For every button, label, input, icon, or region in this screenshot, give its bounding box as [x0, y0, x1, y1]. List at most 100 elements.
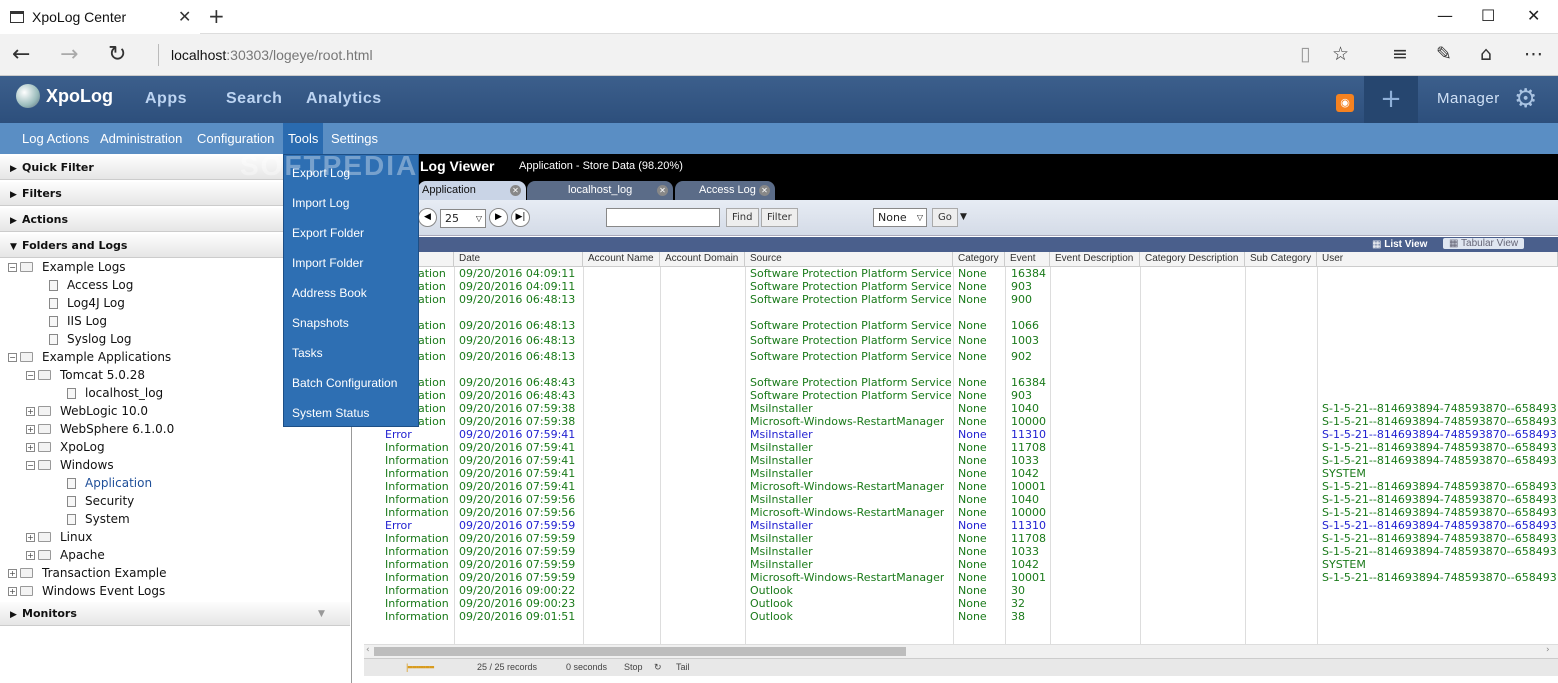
tree-node[interactable]: + XpoLog [26, 438, 105, 456]
tree-node[interactable]: + WebSphere 6.1.0.0 [26, 420, 174, 438]
column-header[interactable]: Date [454, 252, 583, 267]
menu-item-snapshots[interactable]: Snapshots [292, 316, 349, 330]
window-close-icon[interactable]: ✕ [1527, 6, 1540, 25]
expand-icon[interactable]: + [26, 532, 35, 542]
chevron-down-icon[interactable]: ▼ [318, 602, 325, 626]
scroll-right-icon[interactable]: › [1546, 645, 1550, 655]
xpolog-logo[interactable]: XpoLog [16, 84, 113, 108]
browser-tab[interactable]: XpoLog Center ✕ [0, 0, 200, 34]
tree-node[interactable]: − Example Applications [8, 348, 171, 366]
column-header[interactable]: Category Description [1140, 252, 1245, 267]
table-row[interactable]: Information 09/20/2016 09:00:23 Outlook Non… [364, 597, 1558, 610]
refresh-icon[interactable]: ↻ [654, 662, 662, 673]
table-row[interactable]: Information 09/20/2016 07:59:59 MsiInstall… [364, 558, 1558, 571]
table-row[interactable]: ation 09/20/2016 06:48:13 Software Protect… [364, 350, 1558, 363]
tab-application[interactable]: Application ✕ [418, 181, 526, 200]
tree-node[interactable]: Application [44, 474, 152, 492]
tree-node[interactable]: Access Log [26, 276, 133, 294]
reading-view-icon[interactable]: ▯ [1300, 43, 1310, 65]
next-page-icon[interactable]: ▶ [489, 208, 508, 227]
share-icon[interactable]: ⌂ [1480, 43, 1492, 65]
table-row[interactable]: ation 09/20/2016 04:09:11 Software Protect… [364, 267, 1558, 280]
find-button[interactable]: Find [726, 208, 759, 227]
more-icon[interactable]: ⋯ [1524, 43, 1543, 65]
table-row[interactable]: Information 09/20/2016 07:59:59 Microsoft-… [364, 571, 1558, 584]
tree-node[interactable]: Syslog Log [26, 330, 132, 348]
nav-apps[interactable]: Apps [145, 90, 187, 108]
table-row[interactable]: Information 09/20/2016 07:59:41 MsiInstall… [364, 467, 1558, 480]
table-row[interactable]: Error 09/20/2016 07:59:59 MsiInstaller None… [364, 519, 1558, 532]
tree-node[interactable]: + Apache [26, 546, 105, 564]
nav-analytics[interactable]: Analytics [306, 90, 382, 108]
tree-node[interactable]: + Linux [26, 528, 92, 546]
rss-icon[interactable]: ◉ [1336, 94, 1354, 112]
table-row[interactable]: ation 09/20/2016 04:09:11 Software Protect… [364, 280, 1558, 293]
section-monitors[interactable]: ▶ Monitors ▼ [0, 602, 350, 626]
table-row[interactable]: Information 09/20/2016 07:59:41 MsiInstall… [364, 454, 1558, 467]
caret-down-icon[interactable]: ▼ [960, 212, 967, 222]
close-tab-icon[interactable]: ✕ [178, 7, 191, 26]
scroll-left-icon[interactable]: ‹ [366, 645, 370, 655]
web-note-icon[interactable]: ✎ [1436, 43, 1452, 65]
menu-item-import-folder[interactable]: Import Folder [292, 256, 363, 270]
collapse-icon[interactable]: − [8, 352, 17, 362]
column-header[interactable]: User [1317, 252, 1558, 267]
table-row[interactable]: ation 09/20/2016 07:59:38 Microsoft-Window… [364, 415, 1558, 428]
tabular-view-toggle[interactable]: ▦ Tabular View [1443, 238, 1525, 249]
expand-icon[interactable]: + [8, 586, 17, 596]
forward-icon[interactable]: → [60, 42, 78, 67]
table-row[interactable]: Information 09/20/2016 07:59:59 MsiInstall… [364, 545, 1558, 558]
table-row[interactable]: Information 09/20/2016 09:01:51 Outlook Non… [364, 610, 1558, 623]
maximize-icon[interactable]: ☐ [1481, 6, 1495, 25]
table-row[interactable]: ation 09/20/2016 06:48:13 Software Protect… [364, 319, 1558, 332]
expand-icon[interactable]: + [26, 406, 35, 416]
add-plus-icon[interactable]: + [1364, 76, 1418, 123]
table-row[interactable]: ation 09/20/2016 06:48:13 Software Protect… [364, 293, 1558, 306]
tab-localhost-log[interactable]: localhost_log ✕ [527, 181, 673, 200]
refresh-icon[interactable]: ↻ [108, 42, 126, 67]
menu-item-tasks[interactable]: Tasks [292, 346, 323, 360]
column-header[interactable]: Sub Category [1245, 252, 1317, 267]
tree-node[interactable]: − Windows [26, 456, 114, 474]
menu-administration[interactable]: Administration [100, 123, 182, 154]
tree-node[interactable]: localhost_log [44, 384, 163, 402]
tree-node[interactable]: Security [44, 492, 134, 510]
tree-node[interactable]: IIS Log [26, 312, 107, 330]
tree-node[interactable]: Log4J Log [26, 294, 125, 312]
menu-log-actions[interactable]: Log Actions [22, 123, 89, 154]
tree-node[interactable]: − Tomcat 5.0.28 [26, 366, 145, 384]
url-field[interactable]: localhost:30303/logeye/root.html [158, 44, 373, 66]
last-page-icon[interactable]: ▶| [511, 208, 530, 227]
filter-button[interactable]: Filter [761, 208, 798, 227]
column-header[interactable]: Source [745, 252, 953, 267]
menu-item-export-folder[interactable]: Export Folder [292, 226, 364, 240]
table-row[interactable]: ation 09/20/2016 06:48:43 Software Protect… [364, 389, 1558, 402]
prev-page-icon[interactable]: ◀ [418, 208, 437, 227]
favorite-star-icon[interactable]: ☆ [1332, 43, 1349, 65]
column-header[interactable]: Category [953, 252, 1005, 267]
tree-node[interactable]: + WebLogic 10.0 [26, 402, 148, 420]
close-tab-icon[interactable]: ✕ [510, 185, 521, 196]
back-icon[interactable]: ← [12, 42, 30, 67]
nav-search[interactable]: Search [226, 90, 282, 108]
menu-item-batch-configuration[interactable]: Batch Configuration [292, 376, 397, 390]
column-header[interactable]: Event [1005, 252, 1050, 267]
table-row[interactable]: ation 09/20/2016 07:59:38 MsiInstaller None… [364, 402, 1558, 415]
list-view-toggle[interactable]: ▦ List View [1372, 239, 1427, 250]
stop-button[interactable]: Stop [624, 662, 643, 672]
table-row[interactable]: Information 09/20/2016 07:59:41 Microsoft-… [364, 480, 1558, 493]
tree-node[interactable]: + Transaction Example [8, 564, 167, 582]
expand-icon[interactable]: + [26, 442, 35, 452]
expand-icon[interactable]: + [26, 550, 35, 560]
menu-item-address-book[interactable]: Address Book [292, 286, 367, 300]
tail-button[interactable]: Tail [676, 662, 690, 672]
collapse-icon[interactable]: − [26, 370, 35, 380]
table-row[interactable]: Information 09/20/2016 07:59:56 MsiInstall… [364, 493, 1558, 506]
tree-node[interactable]: + Windows Event Logs [8, 582, 165, 600]
expand-icon[interactable]: + [8, 568, 17, 578]
column-header[interactable]: Account Name [583, 252, 660, 267]
table-row[interactable]: ation 09/20/2016 06:48:43 Software Protect… [364, 376, 1558, 389]
table-row[interactable]: Information 09/20/2016 07:59:59 MsiInstall… [364, 532, 1558, 545]
menu-item-import-log[interactable]: Import Log [292, 196, 349, 210]
search-input[interactable] [606, 208, 720, 227]
